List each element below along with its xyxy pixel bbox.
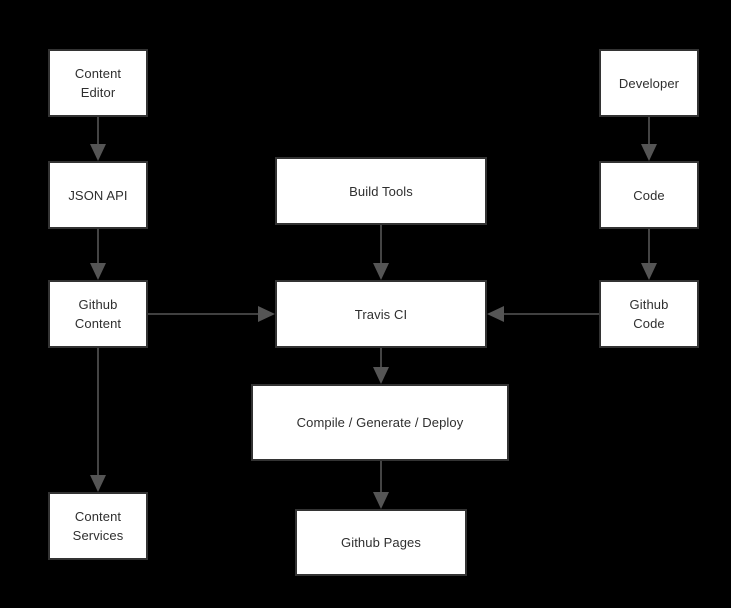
node-build-tools[interactable]: Build Tools — [275, 157, 487, 225]
node-developer[interactable]: Developer — [599, 49, 699, 117]
node-code[interactable]: Code — [599, 161, 699, 229]
node-compile-generate-deploy-label: Compile / Generate / Deploy — [296, 415, 464, 430]
edge-travis-ci-to-compile-deploy — [373, 348, 389, 384]
node-travis-ci[interactable]: Travis CI — [275, 280, 487, 348]
node-github-pages-label: Github Pages — [341, 535, 421, 550]
edge-github-content-to-travis-ci — [148, 306, 275, 322]
node-github-code-label: Github Code — [629, 297, 669, 331]
edge-content-editor-to-json-api — [90, 117, 106, 161]
node-github-content[interactable]: Github Content — [48, 280, 148, 348]
node-json-api-label: JSON API — [68, 187, 128, 203]
edge-build-tools-to-travis-ci — [373, 225, 389, 280]
node-code-label: Code — [633, 187, 665, 203]
node-build-tools-label: Build Tools — [349, 183, 413, 199]
flowchart-canvas: Content Editor JSON API Github Content C… — [0, 0, 731, 608]
edge-compile-deploy-to-github-pages — [373, 461, 389, 509]
edge-code-to-github-code — [641, 229, 657, 280]
node-github-pages[interactable]: Github Pages — [295, 509, 467, 576]
node-developer-label: Developer — [618, 75, 680, 91]
node-github-content-label: Github Content — [74, 297, 122, 331]
edge-developer-to-code — [641, 117, 657, 161]
edge-github-code-to-travis-ci — [487, 306, 599, 322]
edge-github-content-to-content-services — [90, 348, 106, 492]
node-content-services-label: Content Services — [72, 509, 124, 543]
node-compile-generate-deploy[interactable]: Compile / Generate / Deploy — [251, 384, 509, 461]
node-github-code[interactable]: Github Code — [599, 280, 699, 348]
node-content-editor-label: Content Editor — [74, 66, 122, 100]
node-json-api[interactable]: JSON API — [48, 161, 148, 229]
node-travis-ci-label: Travis CI — [354, 306, 408, 322]
node-content-services[interactable]: Content Services — [48, 492, 148, 560]
node-content-editor[interactable]: Content Editor — [48, 49, 148, 117]
edge-json-api-to-github-content — [90, 229, 106, 280]
